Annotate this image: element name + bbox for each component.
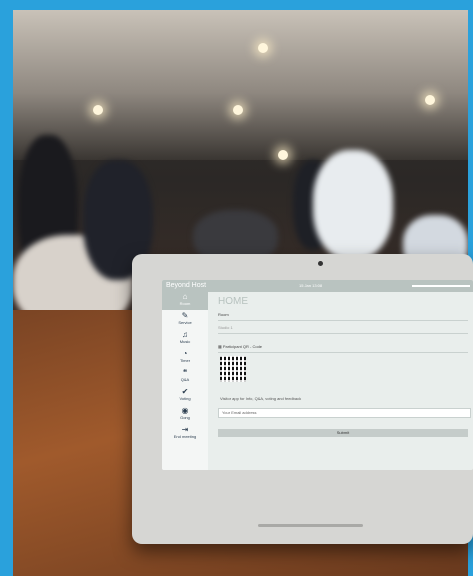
nav-label: Room — [179, 301, 191, 306]
nav-label: End meeting — [173, 434, 197, 439]
room-row: Room — [218, 312, 468, 321]
nav-label: Music — [179, 339, 191, 344]
nav-item-music[interactable]: ♫ Music — [162, 330, 208, 348]
nav-label: Q&A — [180, 377, 190, 382]
room-select[interactable]: Studio 1 — [218, 325, 468, 334]
ceiling-light — [278, 150, 288, 160]
ceiling — [13, 10, 468, 160]
nav-item-service[interactable]: ✎ Service — [162, 311, 208, 329]
nav-item-voting[interactable]: ✔ Voting — [162, 387, 208, 405]
status-bar: Beyond Host 15 Jan 13:08 — [162, 280, 473, 292]
exit-icon: ⇥ — [181, 425, 189, 434]
tablet-device: Beyond Host 15 Jan 13:08 ⌂ Room ✎ Servic… — [132, 254, 473, 544]
home-icon: ⌂ — [182, 292, 188, 301]
ceiling-light — [425, 95, 435, 105]
date-time: 15 Jan 13:08 — [299, 283, 323, 288]
blue-border: Beyond Host 15 Jan 13:08 ⌂ Room ✎ Servic… — [0, 0, 473, 576]
main-panel: HOME Room Studio 1 ▦ Participant QR - Co… — [208, 292, 473, 470]
room-label: Room — [218, 312, 229, 317]
voting-icon: ✔ — [181, 387, 189, 396]
tablet-screen: Beyond Host 15 Jan 13:08 ⌂ Room ✎ Servic… — [162, 280, 473, 470]
qa-icon: ❝ — [182, 368, 188, 377]
nav-item-gong[interactable]: ◉ Gong — [162, 406, 208, 424]
nav-label: Timer — [179, 358, 191, 363]
qr-title: Participant QR - Code — [222, 344, 263, 349]
nav-label: Service — [178, 320, 192, 325]
nav-label: Gong — [180, 415, 190, 420]
qr-code-overlay — [220, 356, 246, 382]
nav-item-timer[interactable]: ◔ Timer — [162, 349, 208, 367]
sidebar: ⌂ Room ✎ Service ♫ Music ◔ Timer ❝ Q&A ✔… — [162, 292, 208, 470]
camera-icon — [318, 261, 323, 266]
nav-item-room[interactable]: ⌂ Room — [162, 292, 208, 310]
nav-label: Voting — [179, 396, 191, 401]
music-icon: ♫ — [182, 330, 188, 339]
timer-icon: ◔ — [182, 349, 188, 358]
room-value: Studio 1 — [218, 325, 233, 330]
page-title: HOME — [218, 296, 248, 307]
qr-heading: ▦ Participant QR - Code — [218, 344, 468, 353]
person — [313, 150, 393, 260]
visitor-info-text: Visitor app for Info, Q&A, voting and fe… — [220, 396, 302, 401]
ceiling-light — [258, 43, 268, 53]
submit-button[interactable]: Submit — [218, 429, 468, 437]
email-field[interactable]: Your Email address — [218, 408, 471, 418]
ceiling-light — [233, 105, 243, 115]
app-name: Beyond Host — [166, 282, 207, 289]
nav-item-qa[interactable]: ❝ Q&A — [162, 368, 208, 386]
nav-item-end-meeting[interactable]: ⇥ End meeting — [162, 425, 208, 443]
bezel-bar — [258, 524, 363, 527]
ceiling-light — [93, 105, 103, 115]
gong-icon: ◉ — [181, 406, 189, 415]
volume-slider[interactable] — [412, 285, 470, 287]
service-icon: ✎ — [181, 311, 189, 320]
